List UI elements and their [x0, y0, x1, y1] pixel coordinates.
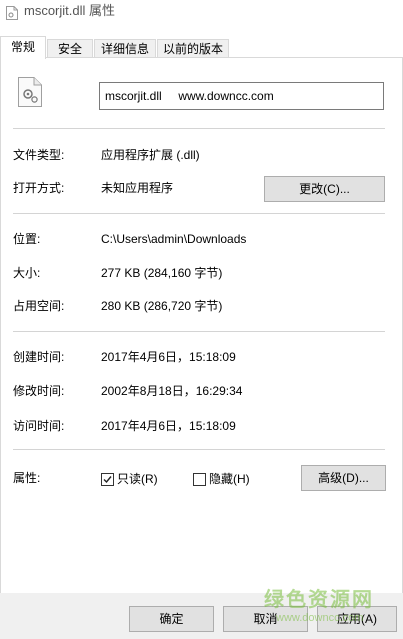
size-label: 大小:	[13, 266, 41, 280]
created-value: 2017年4月6日，15:18:09	[101, 350, 236, 364]
change-button[interactable]: 更改(C)...	[264, 176, 385, 202]
open-with-label: 打开方式:	[13, 181, 65, 195]
tab-bar: 常规 安全 详细信息 以前的版本	[0, 36, 403, 59]
tab-previous-versions[interactable]: 以前的版本	[157, 39, 229, 58]
title-bar[interactable]: mscorjit.dll 属性	[0, 0, 403, 30]
dll-file-icon	[18, 77, 42, 107]
ok-button[interactable]: 确定	[129, 606, 214, 632]
watermark-url: www.downcc.com	[276, 612, 364, 624]
tab-details[interactable]: 详细信息	[94, 39, 156, 58]
checkmark-icon	[103, 476, 112, 484]
location-label: 位置:	[13, 232, 41, 246]
advanced-button[interactable]: 高级(D)...	[301, 465, 386, 491]
divider	[13, 449, 385, 450]
accessed-label: 访问时间:	[13, 419, 65, 433]
open-with-value: 未知应用程序	[101, 181, 174, 195]
hidden-checkbox[interactable]	[193, 473, 206, 486]
watermark-logo: 绿色资源网	[264, 589, 374, 611]
general-panel	[0, 57, 403, 594]
location-value: C:\Users\admin\Downloads	[101, 232, 247, 246]
tab-general[interactable]: 常规	[0, 36, 46, 59]
divider	[13, 213, 385, 214]
readonly-checkbox[interactable]	[101, 473, 114, 486]
accessed-value: 2017年4月6日，15:18:09	[101, 419, 236, 433]
modified-label: 修改时间:	[13, 384, 65, 398]
hidden-label[interactable]: 隐藏(H)	[209, 471, 250, 487]
dll-file-icon	[6, 6, 18, 20]
divider	[13, 331, 385, 332]
size-on-disk-value: 280 KB (286,720 字节)	[101, 299, 223, 313]
size-value: 277 KB (284,160 字节)	[101, 266, 223, 280]
file-type-label: 文件类型:	[13, 148, 65, 162]
divider	[13, 128, 385, 129]
tab-security[interactable]: 安全	[47, 39, 93, 58]
file-name-field[interactable]: mscorjit.dll www.downcc.com	[99, 82, 384, 110]
modified-value: 2002年8月18日，16:29:34	[101, 384, 243, 398]
file-type-value: 应用程序扩展 (.dll)	[101, 148, 200, 162]
readonly-label[interactable]: 只读(R)	[117, 471, 158, 487]
attributes-label: 属性:	[13, 471, 41, 485]
created-label: 创建时间:	[13, 350, 65, 364]
window-title: mscorjit.dll 属性	[24, 3, 116, 18]
size-on-disk-label: 占用空间:	[13, 299, 65, 313]
